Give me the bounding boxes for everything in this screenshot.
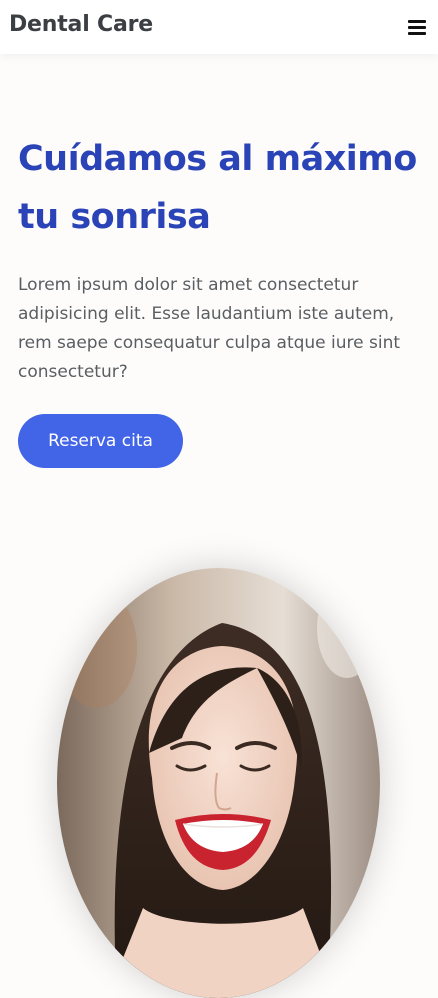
site-header: Dental Care bbox=[0, 0, 438, 54]
hamburger-menu-icon[interactable] bbox=[408, 19, 426, 35]
brand-logo[interactable]: Dental Care bbox=[9, 12, 153, 37]
menu-bar bbox=[408, 26, 426, 29]
menu-bar bbox=[408, 32, 426, 35]
hero-description: Lorem ipsum dolor sit amet consectetur a… bbox=[18, 275, 401, 382]
hero-title: Cuídamos al máximo tu sonrisa bbox=[18, 139, 417, 237]
menu-bar bbox=[408, 20, 426, 23]
smiling-woman-portrait bbox=[57, 568, 380, 998]
book-appointment-button[interactable]: Reserva cita bbox=[18, 414, 183, 468]
